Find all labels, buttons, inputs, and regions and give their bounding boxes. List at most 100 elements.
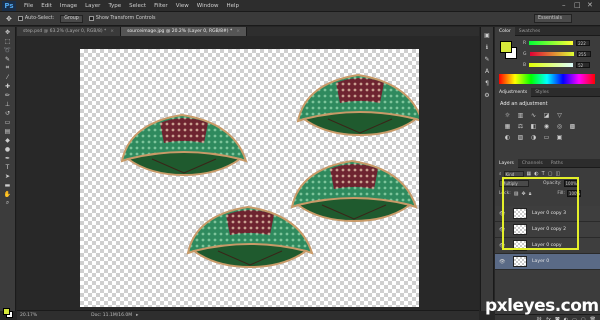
selective-color-icon[interactable]: ▣ xyxy=(555,133,564,141)
brightness-icon[interactable]: ☼ xyxy=(503,111,512,119)
new-adjustment-icon[interactable]: ◐ xyxy=(564,317,568,320)
menu-file[interactable]: File xyxy=(24,3,33,9)
eraser-icon[interactable]: ▭ xyxy=(3,118,13,126)
color-balance-icon[interactable]: ⚖ xyxy=(516,122,525,130)
curves-icon[interactable]: ∿ xyxy=(529,111,538,119)
visibility-eye-icon[interactable]: 👁︎ xyxy=(499,259,507,265)
red-value[interactable]: 222 xyxy=(576,40,591,46)
blue-value[interactable]: 52 xyxy=(576,62,591,68)
path-select-icon[interactable]: ➤ xyxy=(3,172,13,180)
tab-sourceimage[interactable]: sourceimage.jpg @ 20.2% (Layer 0, RGB/8#… xyxy=(121,27,248,36)
new-layer-icon[interactable]: ▢ xyxy=(581,317,586,320)
menu-image[interactable]: Image xyxy=(60,3,77,9)
highlight-annotation xyxy=(502,177,579,250)
restore-icon[interactable]: □ xyxy=(574,1,581,9)
workspace-dropdown[interactable]: Essentials xyxy=(534,14,572,23)
panel-foreground-swatch[interactable] xyxy=(500,41,512,53)
tab-paths[interactable]: Paths xyxy=(547,159,567,168)
auto-select-option[interactable]: Auto-Select: xyxy=(17,16,55,21)
levels-icon[interactable]: ▥ xyxy=(516,111,525,119)
close-tab-icon[interactable]: × xyxy=(236,29,240,34)
properties-panel-icon[interactable]: ℹ xyxy=(483,43,491,51)
hue-saturation-icon[interactable]: ▦ xyxy=(503,122,512,130)
green-value[interactable]: 255 xyxy=(576,51,591,57)
auto-select-checkbox[interactable] xyxy=(17,16,23,21)
move-icon[interactable]: ✥ xyxy=(3,28,13,36)
tab-step-psd[interactable]: step.psd @ 63.2% (Layer 0, RGB/8) * × xyxy=(17,27,122,36)
black-white-icon[interactable]: ◧ xyxy=(529,122,538,130)
history-brush-icon[interactable]: ↺ xyxy=(3,109,13,117)
color-lookup-icon[interactable]: ▩ xyxy=(568,122,577,130)
red-slider[interactable] xyxy=(529,41,574,45)
document-workspace[interactable] xyxy=(17,36,479,310)
healing-brush-icon[interactable]: ✚ xyxy=(3,82,13,90)
add-mask-icon[interactable]: ◙ xyxy=(555,317,560,320)
minimize-icon[interactable]: – xyxy=(562,1,566,9)
auto-select-dropdown[interactable]: Group xyxy=(60,14,83,23)
marquee-icon[interactable]: ⬚ xyxy=(3,37,13,45)
options-bar: ✥ Auto-Select: Group Show Transform Cont… xyxy=(0,12,600,26)
history-panel-icon[interactable]: ▣ xyxy=(483,31,491,39)
channel-mixer-icon[interactable]: ◎ xyxy=(555,122,564,130)
tab-channels[interactable]: Channels xyxy=(518,159,547,168)
dodge-icon[interactable]: ● xyxy=(3,145,13,153)
blur-icon[interactable]: ◆ xyxy=(3,136,13,144)
close-icon[interactable]: ✕ xyxy=(587,1,593,9)
type-icon[interactable]: T xyxy=(3,163,13,171)
gradient-icon[interactable]: ▤ xyxy=(3,127,13,135)
menu-window[interactable]: Window xyxy=(197,3,219,9)
crop-icon[interactable]: ⌗ xyxy=(3,64,13,72)
menu-help[interactable]: Help xyxy=(226,3,239,9)
menu-type[interactable]: Type xyxy=(108,3,121,9)
photo-filter-icon[interactable]: ◉ xyxy=(542,122,551,130)
move-tool-icon[interactable]: ✥ xyxy=(6,15,12,23)
tab-styles[interactable]: Styles xyxy=(531,88,553,97)
shape-icon[interactable]: ▬ xyxy=(3,181,13,189)
brush-panel-icon[interactable]: ✎ xyxy=(483,55,491,63)
threshold-icon[interactable]: ◑ xyxy=(529,133,538,141)
menu-select[interactable]: Select xyxy=(129,3,146,9)
show-transform-option[interactable]: Show Transform Controls xyxy=(88,16,156,21)
trash-icon[interactable]: 🗑︎ xyxy=(590,317,596,320)
tab-adjustments[interactable]: Adjustments xyxy=(495,87,532,97)
pen-icon[interactable]: ✒ xyxy=(3,154,13,162)
foreground-color-swatch[interactable] xyxy=(3,308,10,315)
tab-color[interactable]: Color xyxy=(495,26,515,36)
status-arrow-icon[interactable]: ▸ xyxy=(136,313,138,318)
green-slider[interactable] xyxy=(529,52,574,56)
zoom-icon[interactable]: ⌕ xyxy=(3,199,13,207)
vibrance-icon[interactable]: ▽ xyxy=(555,111,564,119)
close-tab-icon[interactable]: × xyxy=(110,29,114,34)
menu-filter[interactable]: Filter xyxy=(154,3,168,9)
fx-icon[interactable]: fx xyxy=(546,317,551,320)
paragraph-panel-icon[interactable]: ¶ xyxy=(483,79,491,87)
menu-layer[interactable]: Layer xyxy=(85,3,100,9)
posterize-icon[interactable]: ▨ xyxy=(516,133,525,141)
tool-presets-icon[interactable]: ⚙ xyxy=(483,91,491,99)
new-group-icon[interactable]: ▭ xyxy=(572,317,577,320)
menu-edit[interactable]: Edit xyxy=(41,3,52,9)
color-spectrum[interactable] xyxy=(499,74,595,84)
menu-view[interactable]: View xyxy=(176,3,189,9)
show-transform-checkbox[interactable] xyxy=(88,16,94,21)
auto-select-label: Auto-Select: xyxy=(24,16,55,21)
zoom-level[interactable]: 20.17% xyxy=(20,313,37,318)
color-panel-tabs: Color Swatches xyxy=(495,26,600,36)
link-layers-icon[interactable]: ⛓ xyxy=(536,317,542,320)
blue-slider[interactable] xyxy=(529,63,574,67)
lasso-icon[interactable]: ➰ xyxy=(3,46,13,54)
tab-swatches[interactable]: Swatches xyxy=(515,27,545,36)
layer-row-selected[interactable]: 👁︎ Layer 0 xyxy=(495,254,600,270)
document-canvas[interactable] xyxy=(80,49,423,307)
hand-icon[interactable]: ✋ xyxy=(3,190,13,198)
brush-icon[interactable]: ✏ xyxy=(3,91,13,99)
quick-select-icon[interactable]: ✎ xyxy=(3,55,13,63)
adjustments-title: Add an adjustment xyxy=(500,101,548,107)
character-panel-icon[interactable]: A xyxy=(483,67,491,75)
eyedropper-icon[interactable]: ⁄ xyxy=(3,73,13,81)
invert-icon[interactable]: ◐ xyxy=(503,133,512,141)
gradient-map-icon[interactable]: ▭ xyxy=(542,133,551,141)
clone-stamp-icon[interactable]: ⊥ xyxy=(3,100,13,108)
tab-layers[interactable]: Layers xyxy=(495,158,518,168)
exposure-icon[interactable]: ◪ xyxy=(542,111,551,119)
